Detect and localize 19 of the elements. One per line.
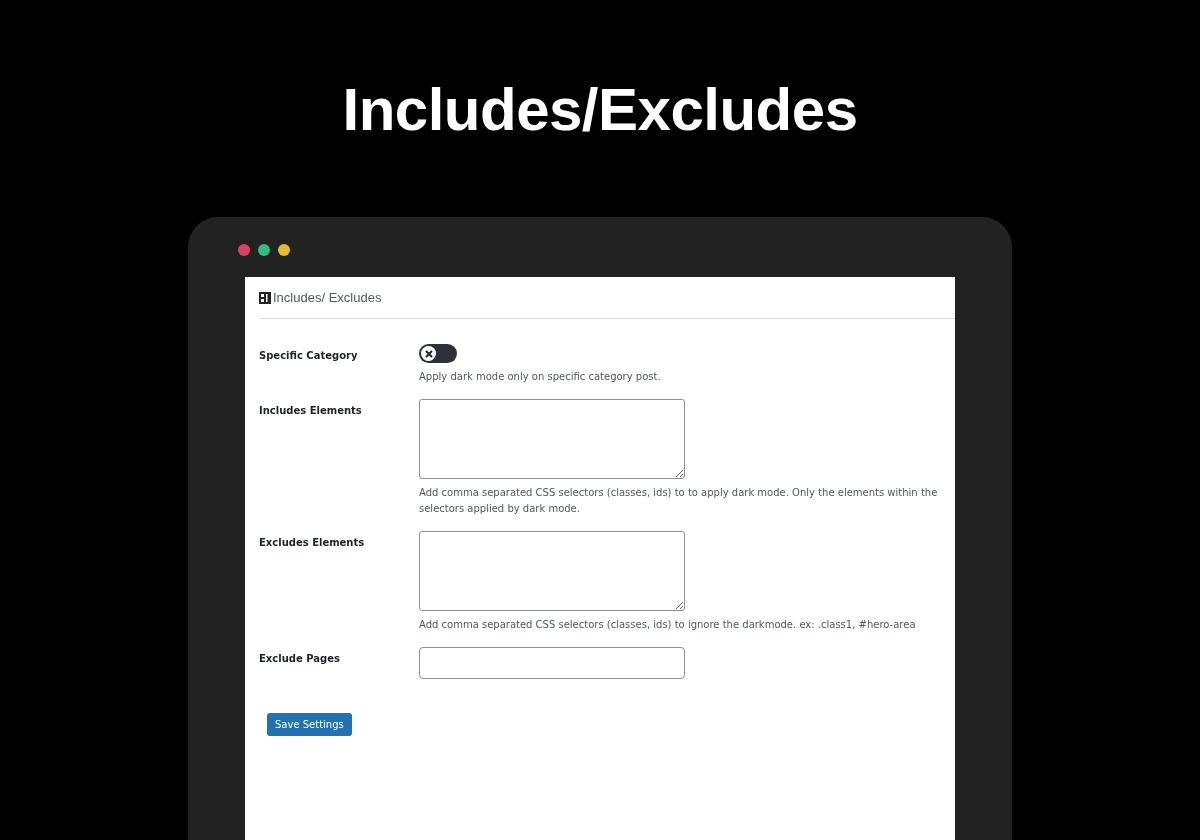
save-button[interactable]: Save Settings	[267, 713, 352, 736]
field-label: Excludes Elements	[259, 536, 366, 550]
headline: Includes/Excludes	[342, 75, 858, 145]
x-icon	[423, 348, 434, 359]
panel-title: Includes/ Excludes	[273, 290, 382, 305]
layout-icon	[259, 291, 271, 304]
help-text: Apply dark mode only on specific category post.	[419, 370, 662, 384]
field-label: Specific Category	[259, 349, 359, 363]
text-area[interactable]	[419, 531, 685, 611]
help-text: Add comma separated CSS selectors (classes, ids) to to apply dark mode. Only the elements within the selectors applied by dark mode.	[419, 486, 939, 516]
field-label: Includes Elements	[259, 404, 363, 418]
input-field[interactable]	[419, 647, 685, 679]
field-label: Exclude Pages	[259, 652, 341, 666]
help-text: Add comma separated CSS selectors (classes, ids) to ignore the darkmode. ex: .class1, #hero-area	[419, 618, 917, 632]
text-area[interactable]	[419, 399, 685, 479]
toggle-switch[interactable]	[419, 344, 457, 363]
close-dot-icon	[238, 244, 250, 256]
minimize-dot-icon	[278, 244, 290, 256]
maximize-dot-icon	[258, 244, 270, 256]
